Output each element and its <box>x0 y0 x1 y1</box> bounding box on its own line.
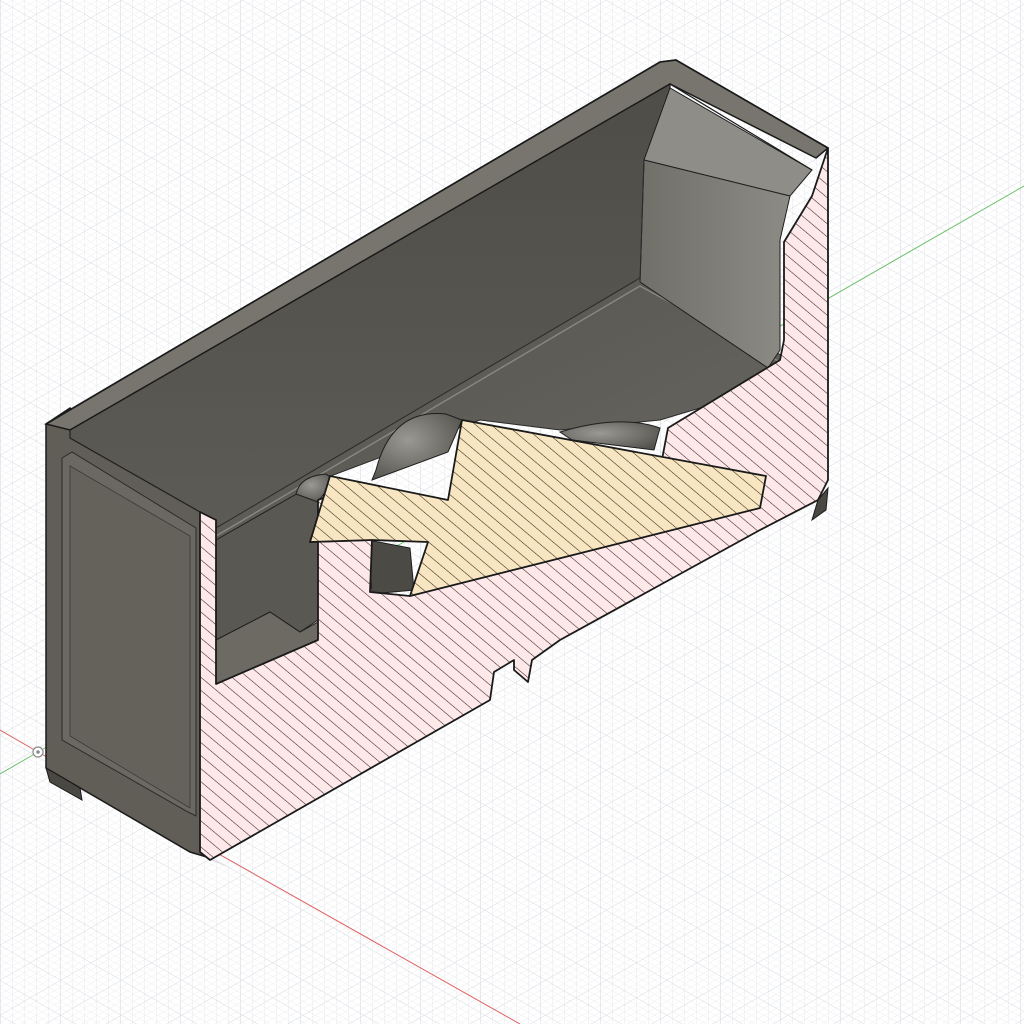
cad-viewport[interactable] <box>0 0 1024 1024</box>
origin-icon[interactable] <box>32 746 44 758</box>
model-canvas[interactable] <box>0 0 1024 1024</box>
slot-under-insert <box>367 539 415 595</box>
